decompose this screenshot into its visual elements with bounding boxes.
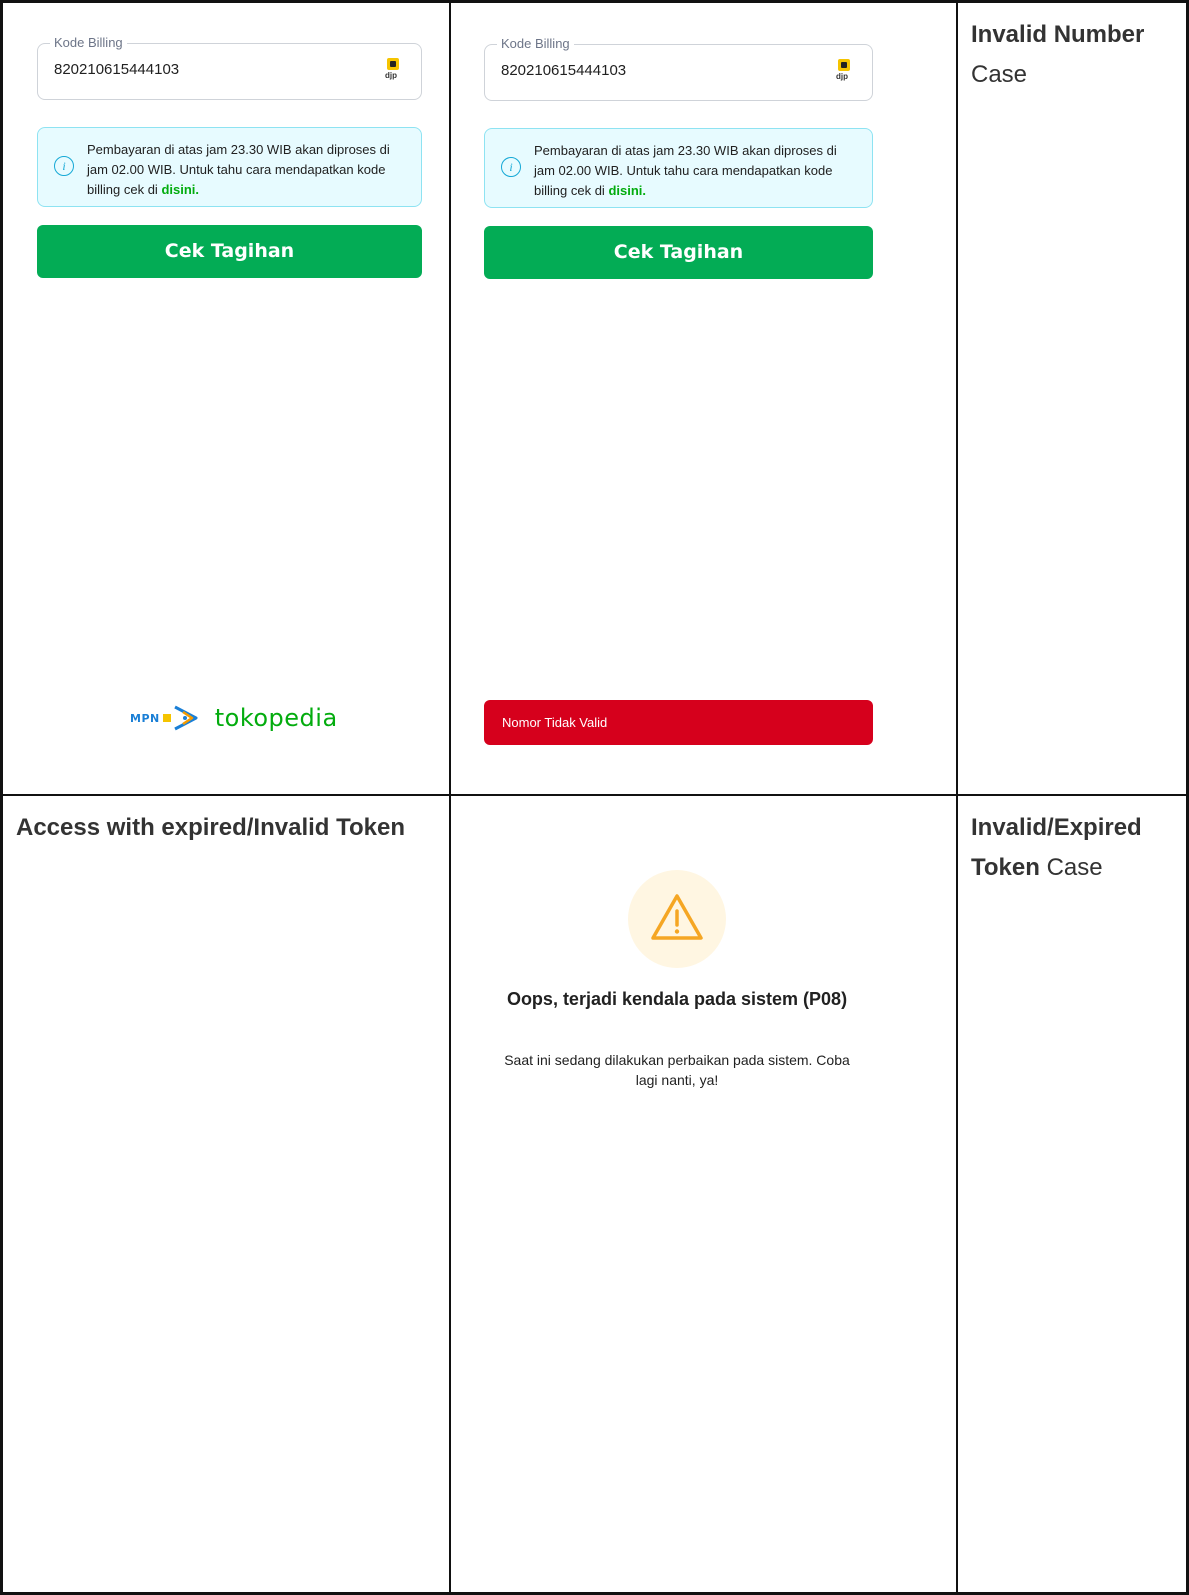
kode-billing-field[interactable]: Kode Billing 820210615444103 djp [37, 35, 422, 100]
djp-icon: djp [385, 58, 403, 84]
error-description: Saat ini sedang dilakukan perbaikan pada… [504, 1052, 850, 1088]
case-label-invalid-number: Invalid Number Case [958, 3, 1186, 794]
error-toast: Nomor Tidak Valid [484, 700, 873, 745]
screen-system-error: Oops, terjadi kendala pada sistem (P08) … [451, 796, 956, 1592]
scenario-expired-token: Access with expired/Invalid Token [3, 796, 449, 1592]
djp-icon: djp [836, 59, 854, 85]
error-toast-text: Nomor Tidak Valid [502, 715, 608, 730]
disini-link[interactable]: disini [608, 183, 642, 198]
info-text: Pembayaran di atas jam 23.30 WIB akan di… [534, 143, 837, 198]
case-suffix: Case [971, 61, 1028, 88]
case-label-invalid-token: Invalid/Expired Token Case [958, 796, 1186, 1592]
case-suffix: Case [1046, 854, 1103, 881]
info-banner: i Pembayaran di atas jam 23.30 WIB akan … [484, 128, 873, 208]
cek-tagihan-button[interactable]: Cek Tagihan [484, 226, 873, 279]
info-icon: i [54, 156, 74, 176]
kode-billing-label: Kode Billing [50, 35, 127, 50]
kode-billing-field[interactable]: Kode Billing 820210615444103 djp [484, 36, 873, 101]
warning-illustration [628, 870, 726, 968]
cek-tagihan-button[interactable]: Cek Tagihan [37, 225, 422, 278]
error-title: Oops, terjadi kendala pada sistem (P08) [506, 989, 848, 1009]
screen-default: Kode Billing 820210615444103 djp i Pemba… [3, 3, 449, 794]
kode-billing-input[interactable]: 820210615444103 [501, 62, 626, 79]
info-banner: i Pembayaran di atas jam 23.30 WIB akan … [37, 127, 422, 207]
info-text: Pembayaran di atas jam 23.30 WIB akan di… [87, 142, 390, 197]
mpn-logo-text: MPN [130, 711, 160, 725]
mpn-tokopedia-logo: MPN tokopedia [130, 703, 338, 733]
tokopedia-logo-text: tokopedia [214, 704, 338, 732]
screen-invalid-number: Kode Billing 820210615444103 djp i Pemba… [451, 3, 956, 794]
kode-billing-label: Kode Billing [497, 36, 574, 51]
kode-billing-input[interactable]: 820210615444103 [54, 61, 179, 78]
info-icon: i [501, 157, 521, 177]
case-title: Invalid Number [971, 21, 1145, 48]
scenario-title: Access with expired/Invalid Token [16, 814, 406, 841]
warning-triangle-icon [651, 894, 703, 940]
mpn-logo-icon [162, 705, 198, 731]
disini-link[interactable]: disini [161, 182, 195, 197]
scenario-table: Kode Billing 820210615444103 djp i Pemba… [0, 0, 1189, 1595]
